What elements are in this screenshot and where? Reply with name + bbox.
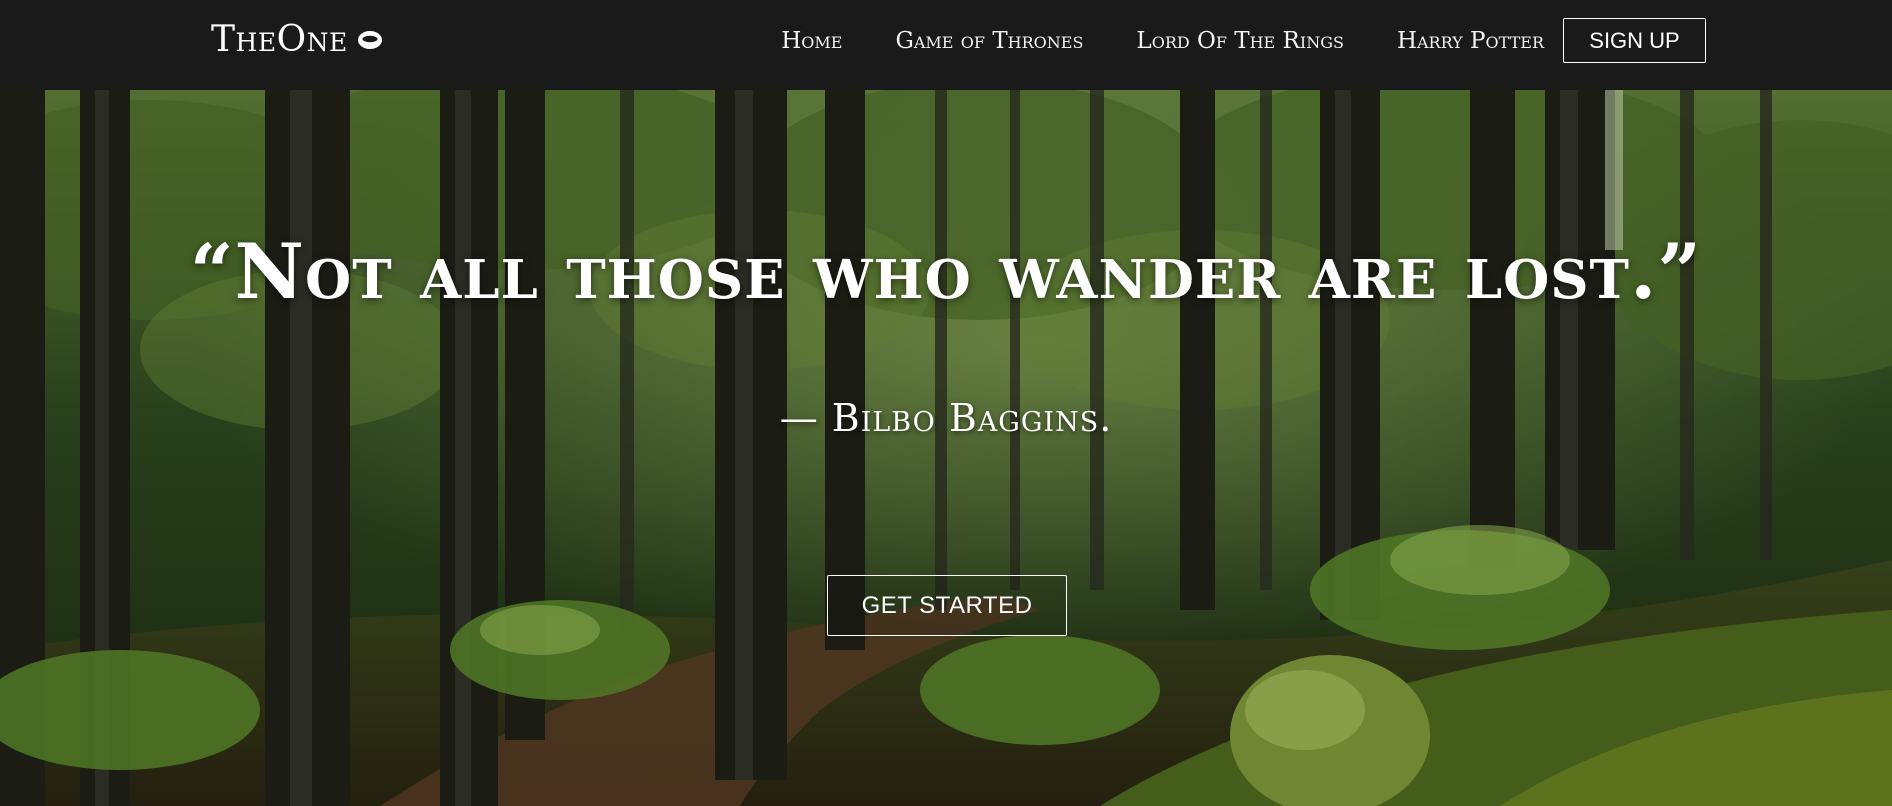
top-navbar: TheOne Home Game of Thrones Lord Of The … [0,0,1892,90]
nav-link-home[interactable]: Home [781,28,842,54]
brand-logo[interactable]: TheOne [211,18,384,62]
ring-icon [357,31,382,49]
nav-link-harry-potter[interactable]: Harry Potter [1397,28,1544,54]
page: TheOne Home Game of Thrones Lord Of The … [0,0,1892,806]
hero-quote: “Not all those who wander are lost.” [189,227,1703,316]
hero-quote-author: — Bilbo Baggins. [779,396,1113,440]
hero-overlay [0,90,1892,806]
signup-button[interactable]: SIGN UP [1563,18,1706,63]
brand-name: TheOne [211,19,348,60]
nav-link-game-of-thrones[interactable]: Game of Thrones [895,28,1083,54]
get-started-button[interactable]: GET STARTED [827,575,1067,636]
nav-links: Home Game of Thrones Lord Of The Rings H… [781,17,1706,64]
nav-link-lord-of-the-rings[interactable]: Lord Of The Rings [1136,28,1344,54]
hero-section: “Not all those who wander are lost.” — B… [0,90,1892,806]
